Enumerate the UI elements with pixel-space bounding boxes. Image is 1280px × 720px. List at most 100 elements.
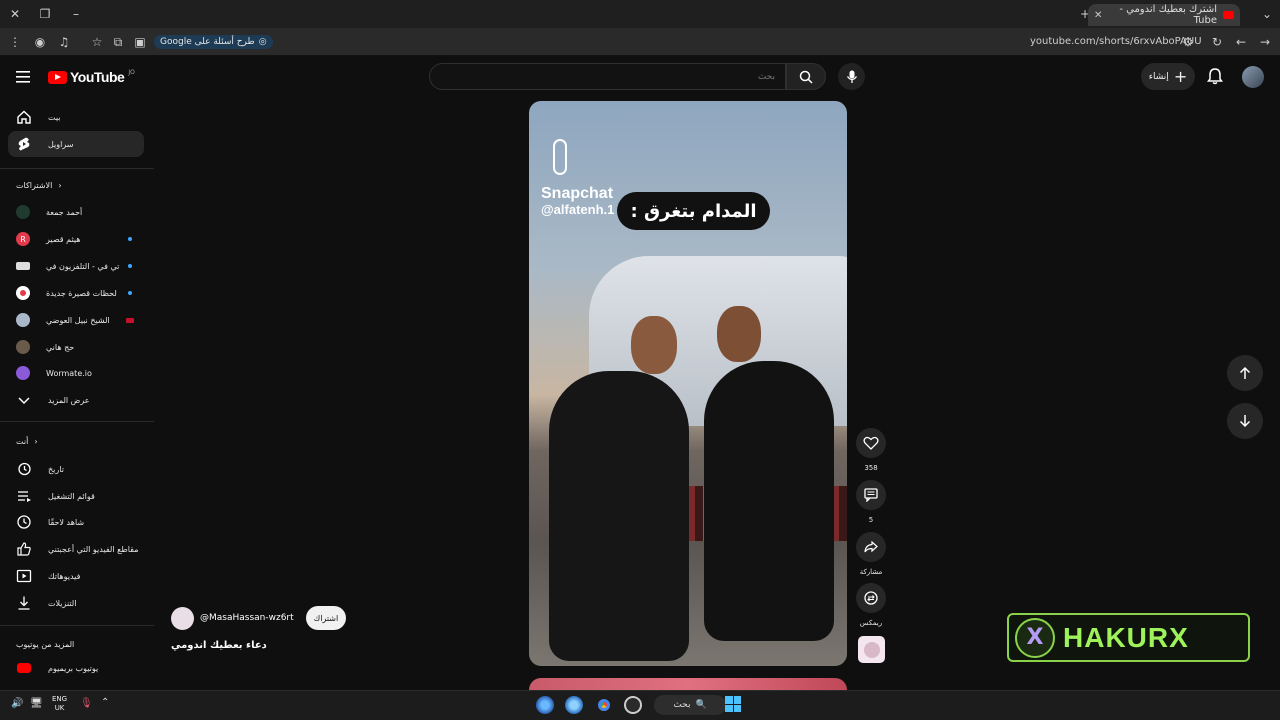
media-icon[interactable]: ♫ [54, 32, 74, 52]
sidebar-item-playlists[interactable]: قوائم التشغيل [8, 483, 144, 509]
sidebar-item-downloads[interactable]: التنزيلات [8, 590, 144, 616]
cat-avatar-icon [863, 641, 880, 658]
youtube-premium-icon [16, 660, 32, 676]
forward-icon[interactable]: → [1255, 32, 1275, 52]
sidebar-show-more[interactable]: عرض المزيد [8, 387, 144, 413]
sidebar-item-label: أحمد جمعة [46, 207, 83, 217]
sidebar-item-your-videos[interactable]: فيديوهاتك [8, 563, 144, 589]
reload-icon[interactable]: ↻ [1207, 32, 1227, 52]
sidebar-item-history[interactable]: تاريخ [8, 456, 144, 482]
arrow-down-icon [1239, 415, 1251, 428]
next-short-button[interactable] [1227, 403, 1263, 439]
channel-info: @MasaHassan-wz6rt اشتراك [171, 606, 347, 630]
sidebar-subscription[interactable]: أحمد جمعة [8, 199, 144, 225]
network-icon[interactable]: 🖥 [30, 698, 43, 709]
language-indicator[interactable]: ENG UK [52, 695, 67, 713]
arrow-up-icon [1239, 366, 1251, 379]
sidebar-item-watch-later[interactable]: شاهد لاحقًا [8, 509, 144, 535]
mic-tray-icon[interactable]: 🎙 [80, 698, 93, 709]
comments-button[interactable]: 5 [856, 480, 886, 524]
notifications-bell-icon[interactable] [1205, 66, 1225, 86]
youtube-logo[interactable]: YouTube JO [48, 69, 135, 85]
youtube-wordmark: YouTube [70, 69, 125, 85]
search-input[interactable]: بحث [429, 63, 786, 90]
back-icon[interactable]: ← [1231, 32, 1251, 52]
google-ask-chip[interactable]: ◎ طرح أسئلة على Google [154, 35, 273, 49]
you-title[interactable]: أنت › [16, 437, 38, 446]
sidebar-item-label: حج هاني [46, 342, 75, 352]
sidebar-item-premium[interactable]: يوتيوب بريميوم [8, 655, 144, 681]
channel-avatar [16, 313, 30, 327]
account-avatar[interactable] [1242, 66, 1264, 88]
restore-window-icon[interactable]: ❐ [35, 4, 55, 24]
sound-thumbnail[interactable] [858, 636, 885, 663]
like-button[interactable]: 358 [856, 428, 886, 472]
sidebar-subscription[interactable]: الشيخ نبيل العوضي [8, 307, 144, 333]
divider [0, 168, 154, 169]
like-count: 358 [864, 464, 878, 472]
youtube-favicon-icon [1223, 11, 1234, 19]
home-icon [16, 109, 32, 125]
voice-search-button[interactable] [838, 63, 865, 90]
minimize-window-icon[interactable]: – [66, 4, 86, 24]
shorts-video-player[interactable]: Snapchat @alfatenh.1 المدام بتغرق : [529, 101, 847, 666]
channel-avatar: R [16, 232, 30, 246]
chrome-icon[interactable] [595, 696, 613, 714]
app-icon-clock[interactable] [624, 696, 642, 714]
channel-handle[interactable]: @MasaHassan-wz6rt [200, 613, 294, 623]
share-label: مشاركة [859, 568, 883, 576]
video-frame-person [704, 361, 834, 641]
channel-avatar [16, 340, 30, 354]
browser-tab[interactable]: اشترك بعطيك اندومي - Tube ✕ [1088, 4, 1240, 26]
sidebar-item-home[interactable]: بيت [8, 104, 144, 130]
sidebar-item-label: هيثم قصير [46, 234, 81, 244]
url-field[interactable]: youtube.com/shorts/6rxvAboPAUU [1030, 36, 1202, 47]
install-icon[interactable]: ⧉ [108, 32, 128, 52]
subscribe-button[interactable]: اشتراك [305, 606, 347, 630]
sidebar-subscription[interactable]: R هيثم قصير [8, 226, 144, 252]
more-from-youtube-title: المزيد من يوتيوب [16, 640, 75, 649]
remix-button[interactable]: ريمكس [856, 583, 886, 627]
previous-short-button[interactable] [1227, 355, 1263, 391]
next-short-preview[interactable] [529, 678, 847, 690]
snapchat-handle: @alfatenh.1 [541, 202, 615, 217]
search-button[interactable] [786, 63, 826, 90]
create-button[interactable]: + إنشاء [1141, 63, 1195, 90]
profile-icon[interactable]: ◉ [30, 32, 50, 52]
app-icon-browser[interactable] [565, 696, 583, 714]
volume-icon[interactable]: 🔊 [11, 698, 23, 709]
close-tab-icon[interactable]: ✕ [1094, 10, 1102, 21]
share-button[interactable]: مشاركة [856, 532, 886, 576]
chevron-down-icon [16, 392, 32, 408]
hamburger-menu-icon[interactable] [16, 69, 32, 83]
sidebar-item-shorts[interactable]: سراويل [8, 131, 144, 157]
comment-count: 5 [868, 516, 874, 524]
channel-avatar [16, 205, 30, 219]
sidebar-item-label: قوائم التشغيل [48, 491, 95, 501]
close-window-icon[interactable]: ✕ [5, 4, 25, 24]
sidebar-subscription[interactable]: تي في - التلفزيون في [8, 253, 144, 279]
sidebar-item-label: الشيخ نبيل العوضي [46, 315, 110, 325]
sidebar-item-label: Wormate.io [46, 368, 92, 378]
bookmark-star-icon[interactable]: ☆ [87, 32, 107, 52]
cast-icon[interactable]: ▣ [130, 32, 150, 52]
sidebar-subscription[interactable]: لحظات قصيرة جديدة [8, 280, 144, 306]
sidebar-item-label: فيديوهاتك [48, 571, 81, 581]
divider [0, 625, 154, 626]
channel-avatar[interactable] [171, 606, 194, 630]
app-icon-edge[interactable] [536, 696, 554, 714]
tab-list-icon[interactable]: ⌄ [1257, 4, 1277, 24]
taskbar-search[interactable]: 🔍 بحث [654, 695, 726, 715]
subscriptions-title[interactable]: الاشتراكات › [16, 181, 62, 190]
sidebar-item-label: شاهد لاحقًا [48, 517, 85, 527]
sidebar-subscription[interactable]: Wormate.io [8, 360, 144, 386]
history-icon [16, 461, 32, 477]
playlist-icon [16, 488, 32, 504]
tab-title: اشترك بعطيك اندومي - Tube [1119, 4, 1217, 26]
windows-start-icon[interactable] [725, 696, 741, 712]
menu-dots-icon[interactable]: ⋮ [5, 32, 25, 52]
sidebar-item-liked-videos[interactable]: مقاطع الفيديو التي أعجبتني [8, 536, 144, 562]
sidebar-subscription[interactable]: حج هاني [8, 334, 144, 360]
tray-chevron-up-icon[interactable]: ⌃ [101, 697, 109, 708]
create-label: إنشاء [1148, 71, 1169, 82]
